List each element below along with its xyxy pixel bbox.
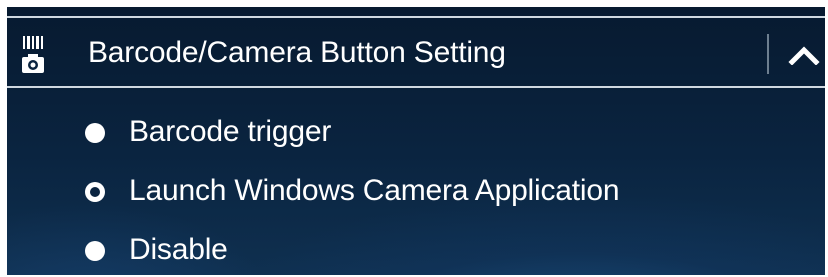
- barcode-camera-icon: [21, 36, 45, 74]
- chevron-up-icon: [788, 46, 820, 65]
- option-label: Disable: [129, 233, 228, 266]
- section-header[interactable]: Barcode/Camera Button Setting: [7, 18, 825, 86]
- radio-button[interactable]: [85, 123, 105, 143]
- settings-panel: Barcode/Camera Button Setting Barcode tr…: [7, 7, 825, 275]
- collapse-button[interactable]: [782, 28, 825, 78]
- radio-button[interactable]: [85, 241, 105, 261]
- section-title: Barcode/Camera Button Setting: [88, 36, 506, 69]
- option-launch-camera[interactable]: Launch Windows Camera Application: [75, 172, 715, 212]
- option-barcode-trigger[interactable]: Barcode trigger: [75, 113, 715, 153]
- radio-button[interactable]: [85, 182, 105, 202]
- option-disable[interactable]: Disable: [75, 231, 715, 271]
- option-label: Launch Windows Camera Application: [129, 174, 620, 207]
- option-label: Barcode trigger: [129, 115, 332, 148]
- header-separator: [767, 34, 769, 74]
- header-bottom-divider: [7, 86, 825, 88]
